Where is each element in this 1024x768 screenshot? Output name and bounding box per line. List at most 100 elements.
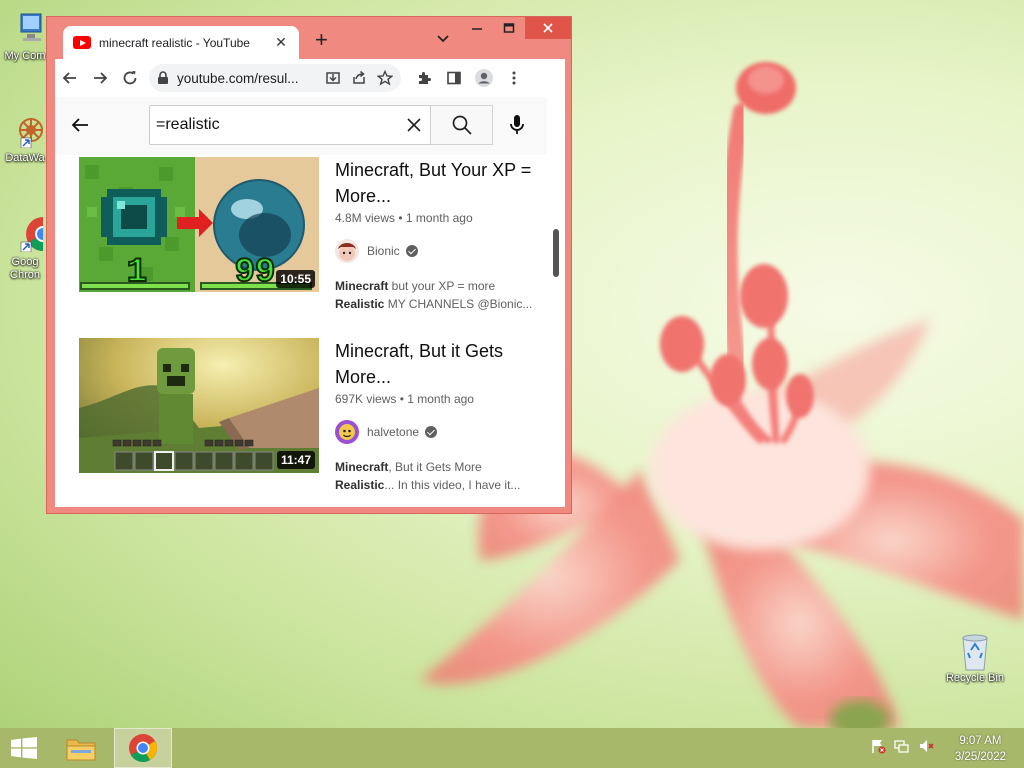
desktop-icon-google-chrome[interactable]: Goog Chron	[0, 216, 60, 282]
start-button[interactable]	[10, 737, 38, 759]
desktop-icon-label: Goog	[11, 256, 39, 268]
browser-window: minecraft realistic - YouTube ✕ + youtub…	[46, 16, 572, 514]
video-age: 1 month ago	[407, 392, 474, 406]
video-meta: 697K views • 1 month ago	[335, 392, 474, 406]
lock-icon	[158, 71, 168, 84]
arrow-left-icon	[62, 72, 76, 84]
side-panel-icon	[447, 71, 461, 85]
chrome-icon	[129, 734, 157, 762]
snippet-highlight: Minecraft	[335, 279, 389, 293]
arrow-left-icon	[71, 118, 88, 132]
computer-icon	[7, 10, 43, 46]
channel-row[interactable]: Bionic	[335, 239, 535, 263]
browser-toolbar: youtube.com/resul...	[55, 59, 565, 97]
bookmark-star-icon[interactable]	[377, 70, 393, 86]
search-box	[149, 105, 431, 145]
thumbnail-left-number: 1	[127, 254, 147, 292]
channel-avatar[interactable]	[335, 420, 359, 444]
snippet-text: , But it Gets More	[388, 460, 482, 474]
reload-button[interactable]	[115, 63, 145, 93]
desktop-icon-recycle-bin[interactable]: Recycle Bin	[940, 632, 1010, 685]
video-thumbnail[interactable]: 1 99 10:55	[79, 157, 319, 292]
verified-check-icon	[425, 426, 438, 438]
video-result[interactable]: 11:47 Minecraft, But it Gets More... 697…	[79, 338, 549, 498]
install-app-icon[interactable]	[325, 70, 341, 86]
search-input[interactable]	[156, 116, 386, 134]
system-tray	[870, 738, 934, 754]
video-views: 697K views	[335, 392, 397, 406]
desktop-icon-label: My Com	[4, 50, 46, 62]
network-icon[interactable]	[894, 738, 910, 754]
taskbar-clock[interactable]: 9:07 AM 3/25/2022	[955, 733, 1006, 765]
video-duration: 10:55	[276, 270, 315, 288]
profile-button[interactable]	[469, 63, 499, 93]
snippet-text: but your XP = more	[388, 279, 496, 293]
tab-close-icon[interactable]: ✕	[273, 34, 289, 51]
arrow-right-icon	[94, 72, 108, 84]
channel-avatar[interactable]	[335, 239, 359, 263]
tab-search-chevron-icon[interactable]	[436, 32, 450, 46]
tab-youtube[interactable]: minecraft realistic - YouTube ✕	[63, 26, 299, 59]
close-icon	[407, 118, 421, 132]
search-icon	[452, 115, 472, 135]
profile-avatar-icon	[475, 69, 493, 87]
channel-name[interactable]: Bionic	[367, 244, 400, 258]
snippet-highlight: Realistic	[335, 297, 385, 311]
chrome-menu-button[interactable]	[499, 63, 529, 93]
desktop-icon-label-line2: Chron	[10, 269, 40, 281]
share-icon[interactable]	[351, 70, 367, 86]
side-panel-button[interactable]	[439, 63, 469, 93]
youtube-favicon-icon	[73, 36, 91, 49]
desktop-icon-datawatch[interactable]: DataWa	[0, 112, 50, 165]
voice-search-button[interactable]	[507, 113, 527, 142]
video-description-snippet: Minecraft, But it Gets More Realistic...…	[335, 458, 535, 494]
browser-titlebar[interactable]: minecraft realistic - YouTube ✕ +	[47, 17, 571, 59]
video-result[interactable]: 1 99 10:55 Minecraft, But Your XP = More…	[79, 157, 549, 317]
microphone-icon	[510, 115, 524, 134]
video-info: Minecraft, But it Gets More... 697K view…	[335, 338, 535, 494]
youtube-search-header	[55, 97, 547, 155]
taskbar-chrome[interactable]	[114, 728, 172, 768]
maximize-button[interactable]	[494, 17, 524, 39]
page-scrollbar[interactable]	[553, 229, 559, 277]
windows-logo-icon	[11, 737, 37, 759]
page-content: 1 99 10:55 Minecraft, But Your XP = More…	[55, 97, 565, 507]
new-tab-button[interactable]: +	[315, 29, 328, 51]
snippet-text: ... In this video, I have it...	[384, 478, 521, 492]
snippet-highlight: Realistic	[335, 478, 385, 492]
action-center-flag-icon[interactable]	[870, 738, 886, 754]
desktop-icon-my-computer[interactable]: My Com	[0, 10, 50, 63]
minimize-button[interactable]	[462, 17, 492, 39]
snippet-highlight: Minecraft	[335, 460, 389, 474]
search-back-button[interactable]	[69, 114, 91, 141]
channel-row[interactable]: halvetone	[335, 420, 535, 444]
video-meta: 4.8M views • 1 month ago	[335, 211, 473, 225]
window-close-button[interactable]	[525, 17, 571, 39]
clock-date: 3/25/2022	[954, 751, 1006, 763]
thumbnail-right-number: 99	[235, 254, 276, 292]
recycle-bin-icon	[957, 632, 993, 671]
folder-icon	[66, 739, 96, 761]
channel-name[interactable]: halvetone	[367, 425, 419, 439]
extensions-button[interactable]	[409, 63, 439, 93]
chrome-icon	[7, 216, 60, 253]
taskbar-file-explorer[interactable]	[52, 728, 110, 768]
video-title[interactable]: Minecraft, But it Gets More...	[335, 338, 535, 390]
snippet-text: MY CHANNELS @Bionic...	[384, 297, 533, 311]
clear-search-button[interactable]	[406, 117, 422, 138]
desktop-icon-label: Recycle Bin	[945, 672, 1005, 684]
video-duration: 11:47	[276, 451, 315, 469]
taskbar: 9:07 AM 3/25/2022	[0, 728, 1024, 768]
back-button[interactable]	[55, 63, 85, 93]
video-description-snippet: Minecraft but your XP = more Realistic M…	[335, 277, 535, 313]
search-button[interactable]	[431, 105, 493, 145]
reload-icon	[123, 71, 137, 85]
video-thumbnail[interactable]: 11:47	[79, 338, 319, 473]
volume-muted-icon[interactable]	[918, 738, 934, 754]
tab-title: minecraft realistic - YouTube	[99, 35, 250, 50]
kebab-menu-icon	[512, 71, 516, 85]
forward-button[interactable]	[85, 63, 115, 93]
address-bar[interactable]: youtube.com/resul...	[149, 64, 401, 92]
video-title[interactable]: Minecraft, But Your XP = More...	[335, 157, 535, 209]
desktop-icon-label: DataWa	[5, 152, 45, 164]
